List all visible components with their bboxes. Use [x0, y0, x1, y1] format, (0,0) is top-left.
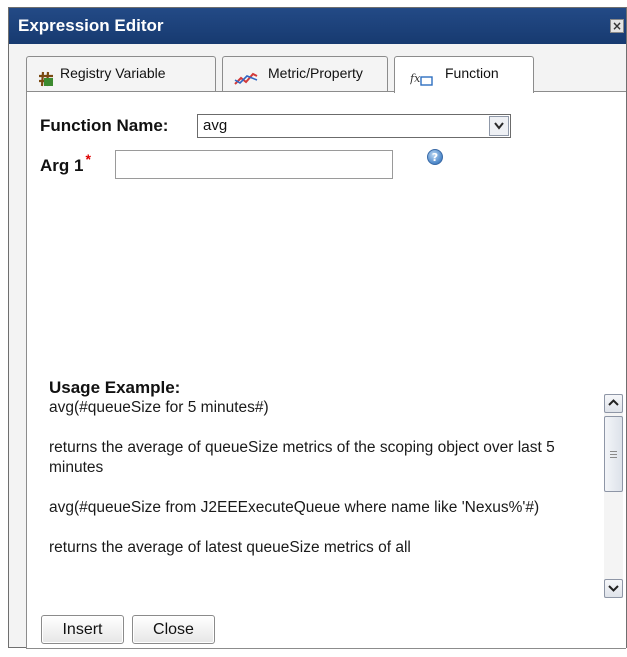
scroll-thumb[interactable]: [604, 416, 623, 492]
function-name-value: avg: [203, 117, 228, 134]
chevron-down-icon: [608, 585, 619, 592]
usage-example-text: avg(#queueSize for 5 minutes#) returns t…: [49, 398, 597, 608]
close-button[interactable]: Close: [132, 615, 215, 644]
chevron-down-icon[interactable]: [489, 116, 509, 136]
dialog-title: Expression Editor: [18, 16, 164, 35]
help-icon[interactable]: ?: [427, 149, 443, 165]
usage-line: returns the average of queueSize metrics…: [49, 439, 555, 476]
arg1-label-text: Arg 1: [40, 156, 84, 175]
chevron-up-icon: [608, 399, 619, 406]
dialog-titlebar: Expression Editor ×: [9, 8, 626, 44]
function-name-select[interactable]: avg: [197, 114, 511, 138]
tab-metric-property[interactable]: Metric/Property: [222, 56, 388, 91]
scroll-up-button[interactable]: [604, 394, 623, 413]
arg1-label: Arg 1 *: [40, 151, 91, 176]
insert-button[interactable]: Insert: [41, 615, 124, 644]
function-panel: Function Name: avg Arg 1 * ? Usage Exampl…: [26, 91, 626, 649]
expression-editor-dialog: Expression Editor × Registry Variable Me…: [8, 7, 627, 649]
tab-registry-variable-label: Registry Variable: [60, 65, 166, 81]
tab-registry-variable[interactable]: Registry Variable: [26, 56, 216, 91]
tab-function-label: Function: [445, 65, 499, 81]
usage-scrollbar[interactable]: [604, 394, 623, 598]
usage-line: returns the average of latest queueSize …: [49, 539, 411, 556]
required-mark: *: [85, 151, 91, 167]
tab-metric-property-label: Metric/Property: [268, 65, 363, 81]
scroll-down-button[interactable]: [604, 579, 623, 598]
svg-text:fx: fx: [410, 72, 421, 85]
function-icon: fx: [409, 66, 434, 99]
usage-example-title: Usage Example:: [49, 378, 181, 397]
arg1-input[interactable]: [115, 150, 393, 179]
function-name-label: Function Name:: [40, 116, 169, 135]
close-icon[interactable]: ×: [610, 19, 624, 33]
tab-function[interactable]: fx Function: [394, 56, 534, 93]
usage-line: avg(#queueSize for 5 minutes#): [49, 399, 269, 416]
usage-line: avg(#queueSize from J2EEExecuteQueue whe…: [49, 499, 540, 516]
